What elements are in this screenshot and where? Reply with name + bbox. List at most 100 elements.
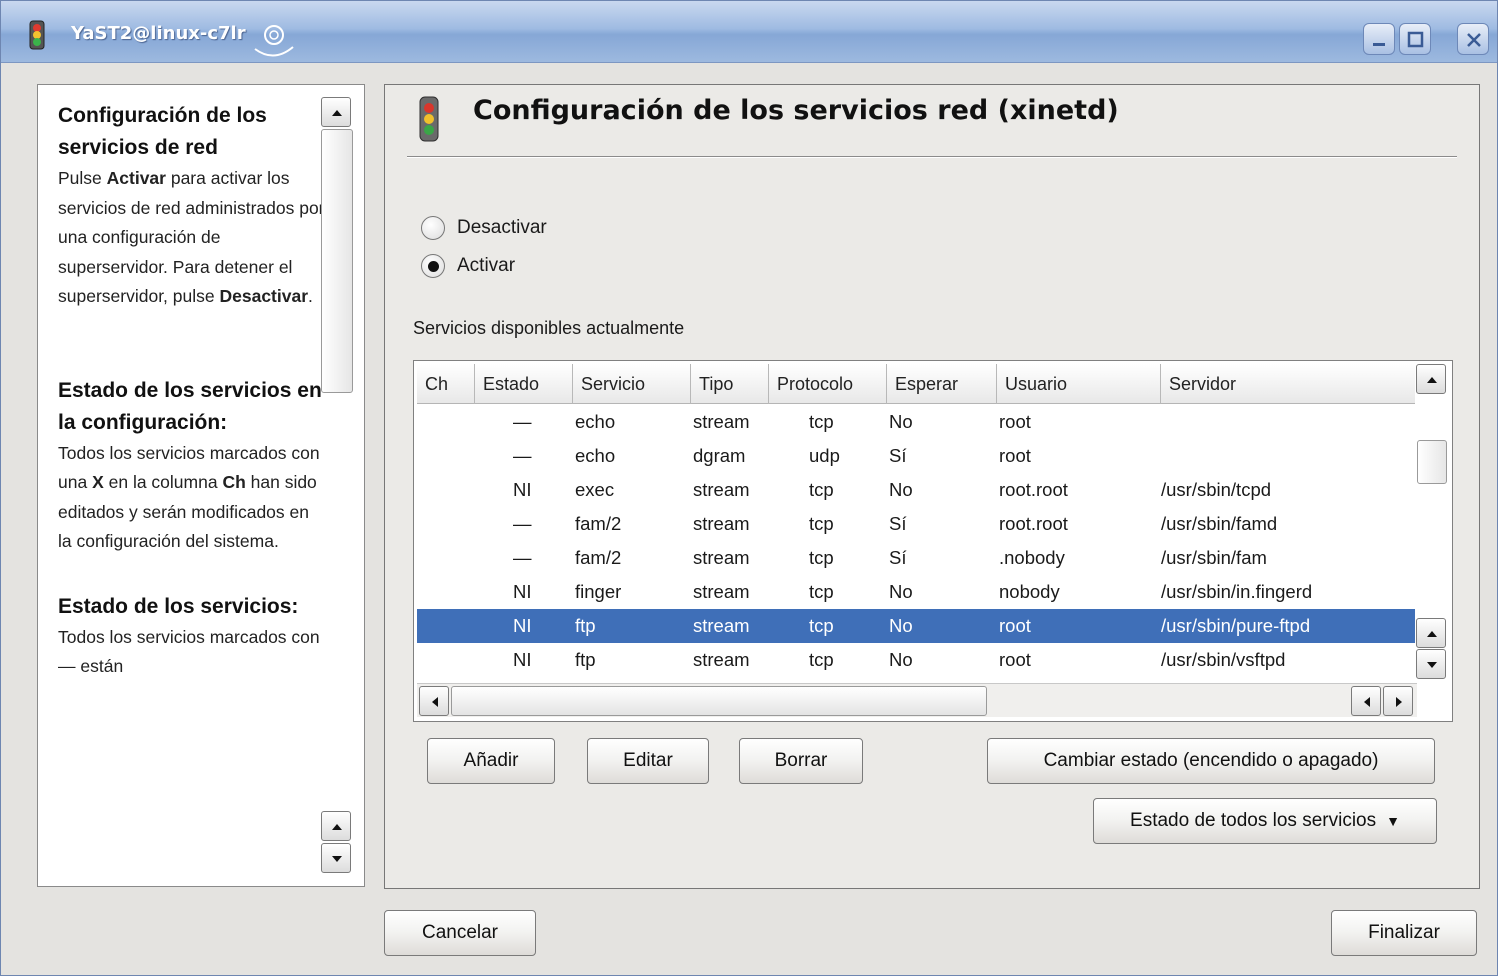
cell-servidor: /usr/sbin/vsftpd <box>1161 649 1286 670</box>
maximize-button[interactable] <box>1399 23 1431 55</box>
delete-button[interactable]: Borrar <box>739 738 863 784</box>
cell-tipo: dgram <box>693 445 746 466</box>
table-scroll-up-button[interactable] <box>1416 364 1446 394</box>
column-esperar[interactable]: Esperar <box>887 364 997 404</box>
table-row[interactable]: NI finger stream tcp No nobody/usr/sbin/in.fi… <box>417 575 1415 609</box>
cell-estado: NI <box>513 479 532 500</box>
help-scroll-thumb[interactable] <box>321 129 353 393</box>
help-paragraph-config: Pulse Activar para activar los servicios… <box>58 168 325 306</box>
help-scrollbar[interactable] <box>321 93 355 881</box>
cell-estado: — <box>513 547 532 568</box>
close-button[interactable] <box>1457 23 1489 55</box>
column-ch[interactable]: Ch <box>417 364 475 404</box>
radio-activate[interactable]: Activar <box>421 252 515 280</box>
close-icon <box>1467 33 1481 47</box>
window-title: YaST2@linux-c7lr <box>71 23 246 44</box>
cell-tipo: stream <box>693 615 750 636</box>
table-row[interactable]: — fam/2 stream tcp Sí .nobody/usr/sbin/fam <box>417 541 1415 575</box>
page-title: Configuración de los servicios red (xine… <box>473 95 1119 126</box>
cell-usuario: .nobody <box>999 547 1065 568</box>
cell-usuario: root <box>999 411 1031 432</box>
cell-servicio: echo <box>575 411 616 432</box>
column-tipo[interactable]: Tipo <box>691 364 769 404</box>
help-text: Configuración de los servicios de red Pu… <box>58 100 326 880</box>
cell-protocolo: tcp <box>809 615 834 636</box>
table-header: Ch Estado Servicio Tipo Protocolo Espera… <box>417 364 1415 404</box>
help-title-config: Configuración de los servicios de red <box>58 104 267 159</box>
cell-usuario: root.root <box>999 479 1068 500</box>
column-servicio[interactable]: Servicio <box>573 364 691 404</box>
arrow-left-icon <box>432 697 438 707</box>
table-scroll-left-button[interactable] <box>419 686 449 716</box>
table-scroll-thumb[interactable] <box>1417 440 1447 484</box>
cell-estado: — <box>513 513 532 534</box>
cell-esperar: Sí <box>889 513 907 534</box>
cell-esperar: Sí <box>889 547 907 568</box>
help-scroll-down-button[interactable] <box>321 843 351 873</box>
cell-servicio: ftp <box>575 649 596 670</box>
help-scroll-up-button-bottom[interactable] <box>321 811 351 841</box>
radio-activate-label: Activar <box>457 255 516 276</box>
arrow-up-icon <box>1427 377 1437 383</box>
minimize-button[interactable] <box>1363 23 1395 55</box>
cell-servidor: /usr/sbin/fam <box>1161 547 1267 568</box>
table-scroll-down-button[interactable] <box>1416 649 1446 679</box>
column-estado[interactable]: Estado <box>475 364 573 404</box>
cell-servicio: exec <box>575 479 615 500</box>
table-row[interactable]: NI exec stream tcp No root.root/usr/sbin/tcpd <box>417 473 1415 507</box>
radio-activate-circle[interactable] <box>421 254 445 278</box>
cell-esperar: No <box>889 479 913 500</box>
table-row[interactable]: NI ftp stream tcp No root/usr/sbin/pure-ftpd <box>417 609 1415 643</box>
table-row[interactable]: — echo stream tcp No root <box>417 405 1415 439</box>
all-services-state-menu-button[interactable]: Estado de todos los servicios ▼ <box>1093 798 1437 844</box>
help-panel: Configuración de los servicios de red Pu… <box>37 84 365 887</box>
table-scrollbar[interactable] <box>1416 364 1450 682</box>
arrow-right-icon <box>1396 697 1402 707</box>
table-horizontal-scrollbar[interactable] <box>417 683 1417 717</box>
cell-estado: — <box>513 411 532 432</box>
title-bar[interactable]: YaST2@linux-c7lr <box>1 1 1497 63</box>
arrow-up-icon <box>332 824 342 830</box>
cell-tipo: stream <box>693 649 750 670</box>
cell-usuario: root <box>999 649 1031 670</box>
cell-usuario: root <box>999 615 1031 636</box>
heading-divider <box>407 156 1457 158</box>
radio-deactivate-label: Desactivar <box>457 217 547 238</box>
column-servidor[interactable]: Servidor <box>1161 364 1415 404</box>
edit-button[interactable]: Editar <box>587 738 709 784</box>
all-services-state-label: Estado de todos los servicios <box>1130 810 1377 831</box>
cell-protocolo: tcp <box>809 547 834 568</box>
cell-tipo: stream <box>693 547 750 568</box>
table-scroll-right-button[interactable] <box>1383 686 1413 716</box>
radio-deactivate[interactable]: Desactivar <box>421 214 547 242</box>
cell-protocolo: tcp <box>809 411 834 432</box>
table-scroll-up-button-bottom[interactable] <box>1416 618 1446 648</box>
cancel-button[interactable]: Cancelar <box>384 910 536 956</box>
finish-button[interactable]: Finalizar <box>1331 910 1477 956</box>
main-panel: Configuración de los servicios red (xine… <box>384 84 1480 889</box>
cell-tipo: stream <box>693 581 750 602</box>
help-scroll-up-button[interactable] <box>321 97 351 127</box>
maximize-icon <box>1407 31 1424 48</box>
table-row[interactable]: — fam/2 stream tcp Sí root.root/usr/sbin/famd <box>417 507 1415 541</box>
radio-deactivate-circle[interactable] <box>421 216 445 240</box>
table-row[interactable]: NI ftp stream tcp No root/usr/sbin/vsftpd <box>417 643 1415 677</box>
minimize-icon <box>1373 43 1385 46</box>
column-protocolo[interactable]: Protocolo <box>769 364 887 404</box>
cell-estado: NI <box>513 649 532 670</box>
cell-esperar: No <box>889 649 913 670</box>
table-row[interactable]: — echo dgram udp Sí root <box>417 439 1415 473</box>
traffic-light-icon <box>419 96 439 142</box>
cell-estado: NI <box>513 581 532 602</box>
table-scroll-left-button-right[interactable] <box>1351 686 1381 716</box>
cell-servidor: /usr/sbin/famd <box>1161 513 1278 534</box>
column-usuario[interactable]: Usuario <box>997 364 1161 404</box>
kde-swirl-icon <box>254 25 294 57</box>
add-button[interactable]: Añadir <box>427 738 555 784</box>
arrow-up-icon <box>1427 631 1437 637</box>
table-scroll-hthumb[interactable] <box>451 686 987 716</box>
services-list-label: Servicios disponibles actualmente <box>413 318 685 338</box>
dropdown-arrow-icon: ▼ <box>1386 813 1400 829</box>
cell-esperar: No <box>889 411 913 432</box>
toggle-state-button[interactable]: Cambiar estado (encendido o apagado) <box>987 738 1435 784</box>
